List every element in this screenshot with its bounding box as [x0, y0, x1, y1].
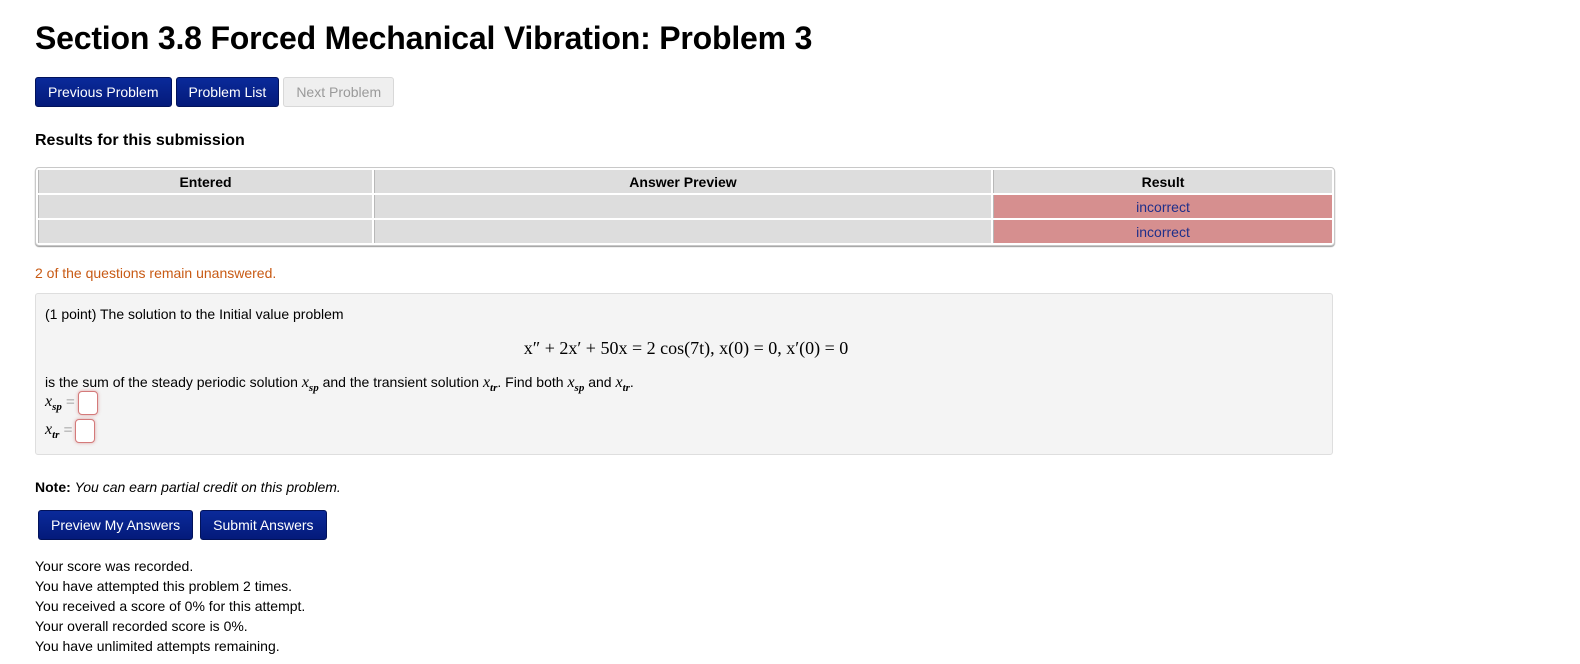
column-header-result: Result [993, 170, 1332, 193]
status-line: You have unlimited attempts remaining. [35, 638, 280, 654]
answer-actions: Preview My Answers Submit Answers [38, 510, 327, 540]
desc-text: is the sum of the steady periodic soluti… [45, 374, 302, 390]
answer-preview-cell [374, 220, 991, 243]
entered-cell [38, 220, 372, 243]
note-text: You can earn partial credit on this prob… [74, 479, 341, 495]
problem-navigation: Previous Problem Problem List Next Probl… [35, 77, 395, 107]
x-tr-symbol: xtr [482, 374, 498, 395]
x-sp-symbol: xsp [567, 374, 585, 395]
desc-text: . Find both [497, 374, 568, 390]
x-tr-answer-input[interactable] [75, 419, 96, 443]
desc-text: . [629, 374, 634, 390]
equals-sign: = [65, 394, 75, 411]
problem-body: (1 point) The solution to the Initial va… [35, 293, 1333, 455]
table-row: incorrect [38, 195, 1332, 218]
x-tr-label: xtr [45, 420, 60, 442]
problem-equation: x″ + 2x′ + 50x = 2 cos(7t), x(0) = 0, x′… [523, 338, 849, 358]
status-line: Your score was recorded. [35, 558, 194, 574]
answer-row-x-sp: xsp = [45, 391, 98, 415]
preview-answers-button[interactable]: Preview My Answers [38, 510, 194, 540]
x-tr-symbol: xtr [615, 374, 630, 395]
unanswered-message: 2 of the questions remain unanswered. [35, 265, 277, 281]
results-heading: Results for this submission [35, 132, 245, 149]
entered-cell [38, 195, 372, 218]
problem-intro: (1 point) The solution to the Initial va… [45, 306, 344, 322]
result-cell: incorrect [993, 220, 1332, 243]
desc-text: and [584, 374, 616, 390]
status-line: You received a score of 0% for this atte… [35, 598, 306, 614]
x-sp-answer-input[interactable] [77, 391, 98, 415]
problem-description: is the sum of the steady periodic soluti… [45, 374, 634, 394]
problem-list-button[interactable]: Problem List [175, 77, 280, 107]
previous-problem-button[interactable]: Previous Problem [35, 77, 172, 107]
next-problem-button: Next Problem [283, 77, 395, 107]
equals-sign: = [63, 422, 73, 439]
table-row: incorrect [38, 220, 1332, 243]
table-header-row: Entered Answer Preview Result [38, 170, 1332, 193]
column-header-entered: Entered [38, 170, 372, 193]
note-label: Note: [35, 479, 71, 495]
column-header-answer-preview: Answer Preview [374, 170, 991, 193]
answer-row-x-tr: xtr = [45, 419, 96, 443]
desc-text: and the transient solution [318, 374, 483, 390]
answer-preview-cell [374, 195, 991, 218]
partial-credit-note: Note: You can earn partial credit on thi… [35, 479, 341, 495]
status-line: Your overall recorded score is 0%. [35, 618, 248, 634]
score-status: Your score was recorded. You have attemp… [35, 556, 305, 656]
x-sp-label: xsp [45, 392, 62, 414]
results-table: Entered Answer Preview Result incorrect … [35, 167, 1335, 246]
page-title: Section 3.8 Forced Mechanical Vibration:… [35, 20, 813, 56]
status-line: You have attempted this problem 2 times. [35, 578, 293, 594]
result-cell: incorrect [993, 195, 1332, 218]
x-sp-symbol: xsp [301, 374, 319, 395]
submit-answers-button[interactable]: Submit Answers [200, 510, 327, 540]
